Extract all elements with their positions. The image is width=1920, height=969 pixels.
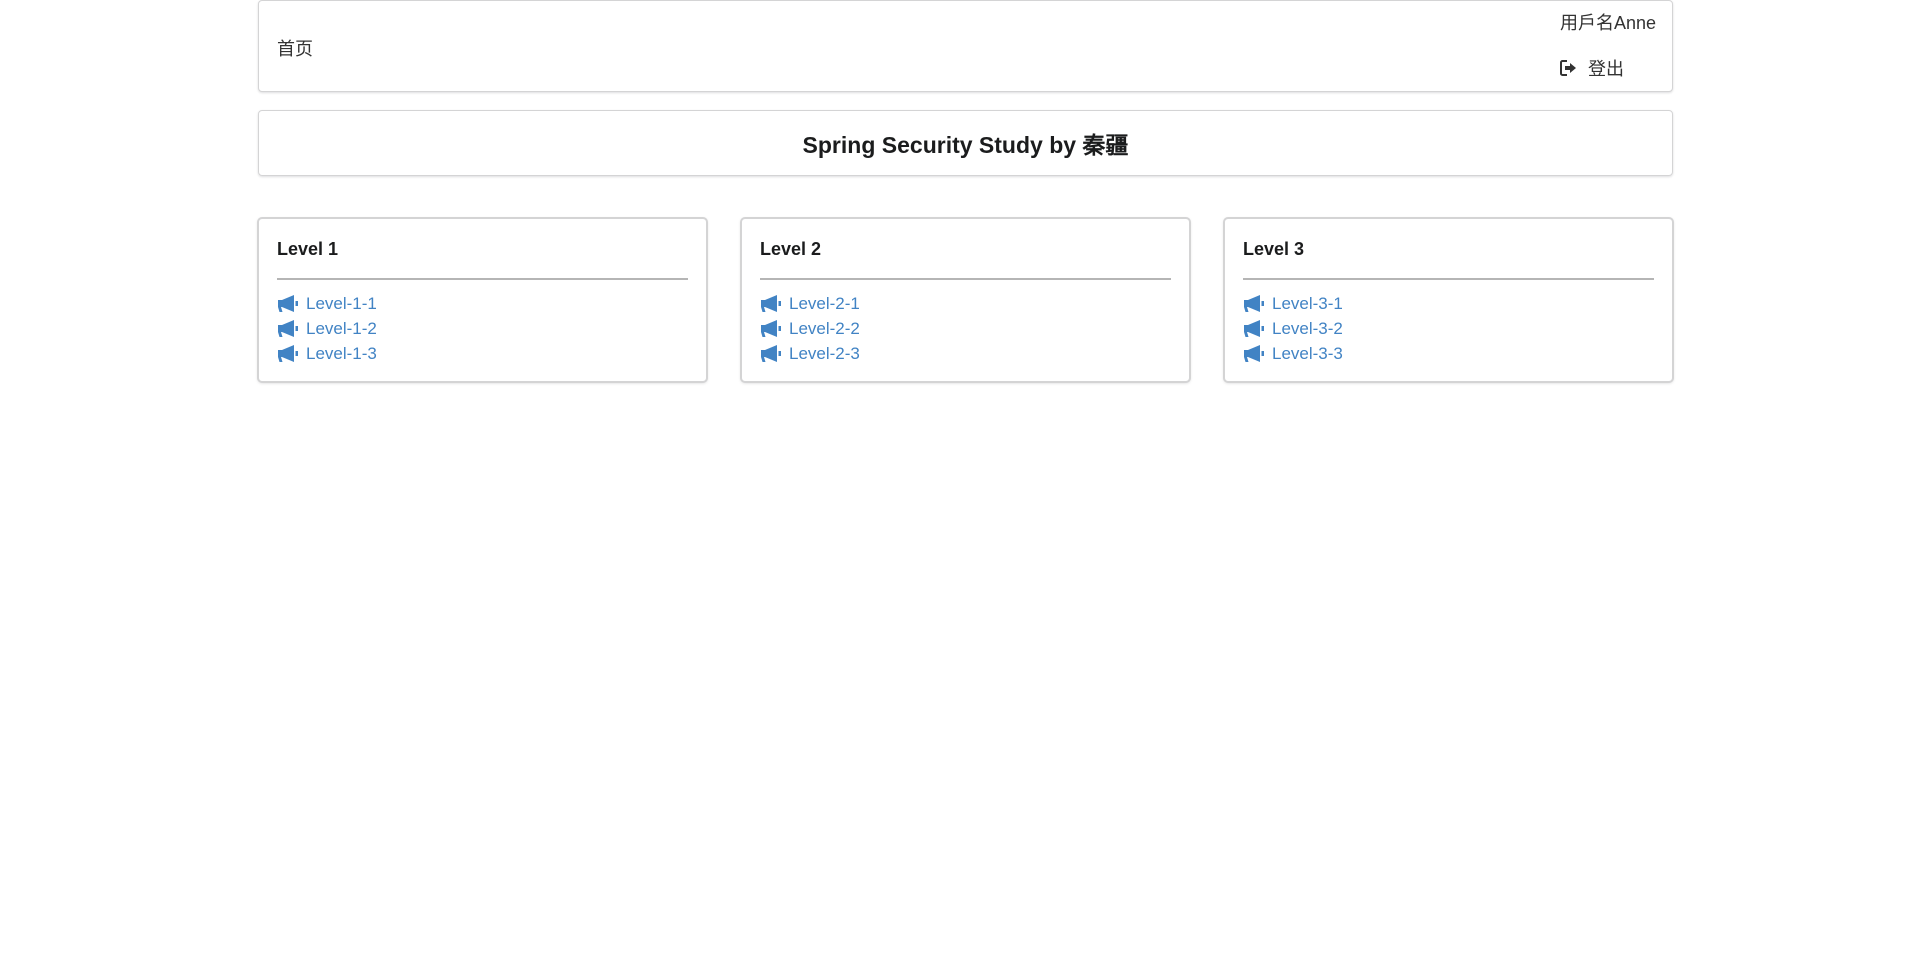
bullhorn-icon bbox=[1243, 295, 1272, 312]
bullhorn-icon bbox=[1243, 345, 1272, 362]
level-cards: Level 1 Level-1-1 Level-1-2 Level-1-3 Le… bbox=[258, 218, 1673, 382]
level-card-3: Level 3 Level-3-1 Level-3-2 Level-3-3 bbox=[1224, 218, 1673, 382]
logout-label: 登出 bbox=[1587, 59, 1624, 79]
level-link-2-1[interactable]: Level-2-1 bbox=[760, 291, 1171, 316]
bullhorn-icon bbox=[760, 320, 789, 337]
logout-button[interactable]: 登出 bbox=[1559, 55, 1656, 81]
bullhorn-icon bbox=[277, 345, 306, 362]
page-title-segment: Spring Security Study by 秦疆 bbox=[258, 110, 1673, 176]
username-label: 用戶名Anne bbox=[1559, 13, 1656, 33]
level-link-2-2[interactable]: Level-2-2 bbox=[760, 316, 1171, 341]
page-title: Spring Security Study by 秦疆 bbox=[802, 132, 1129, 158]
level-card-title: Level 1 bbox=[277, 239, 339, 259]
divider bbox=[760, 278, 1171, 280]
link-label: Level-2-2 bbox=[789, 318, 860, 338]
level-link-3-1[interactable]: Level-3-1 bbox=[1243, 291, 1654, 316]
bullhorn-icon bbox=[1243, 320, 1272, 337]
divider bbox=[277, 278, 688, 280]
bullhorn-icon bbox=[277, 320, 306, 337]
level-link-3-2[interactable]: Level-3-2 bbox=[1243, 316, 1654, 341]
link-label: Level-1-2 bbox=[306, 318, 377, 338]
bullhorn-icon bbox=[760, 345, 789, 362]
bullhorn-icon bbox=[277, 295, 306, 312]
top-menu: 首页 用戶名Anne 登出 bbox=[258, 0, 1673, 92]
user-menu: 用戶名Anne 登出 bbox=[1559, 11, 1656, 81]
link-label: Level-1-1 bbox=[306, 293, 377, 313]
page-container: 首页 用戶名Anne 登出 Spring Security Study by 秦… bbox=[258, 0, 1673, 382]
level-link-3-3[interactable]: Level-3-3 bbox=[1243, 341, 1654, 366]
level-link-1-1[interactable]: Level-1-1 bbox=[277, 291, 688, 316]
link-label: Level-3-3 bbox=[1272, 343, 1343, 363]
level-card-title: Level 2 bbox=[760, 239, 822, 259]
link-label: Level-3-2 bbox=[1272, 318, 1343, 338]
home-link[interactable]: 首页 bbox=[277, 35, 313, 61]
link-label: Level-3-1 bbox=[1272, 293, 1343, 313]
link-label: Level-2-1 bbox=[789, 293, 860, 313]
level-link-1-3[interactable]: Level-1-3 bbox=[277, 341, 688, 366]
bullhorn-icon bbox=[760, 295, 789, 312]
link-label: Level-2-3 bbox=[789, 343, 860, 363]
level-card-1: Level 1 Level-1-1 Level-1-2 Level-1-3 bbox=[258, 218, 707, 382]
link-label: Level-1-3 bbox=[306, 343, 377, 363]
level-link-2-3[interactable]: Level-2-3 bbox=[760, 341, 1171, 366]
level-card-2: Level 2 Level-2-1 Level-2-2 Level-2-3 bbox=[741, 218, 1190, 382]
sign-out-icon bbox=[1559, 60, 1578, 76]
level-card-title: Level 3 bbox=[1243, 239, 1305, 259]
divider bbox=[1243, 278, 1654, 280]
level-link-1-2[interactable]: Level-1-2 bbox=[277, 316, 688, 341]
